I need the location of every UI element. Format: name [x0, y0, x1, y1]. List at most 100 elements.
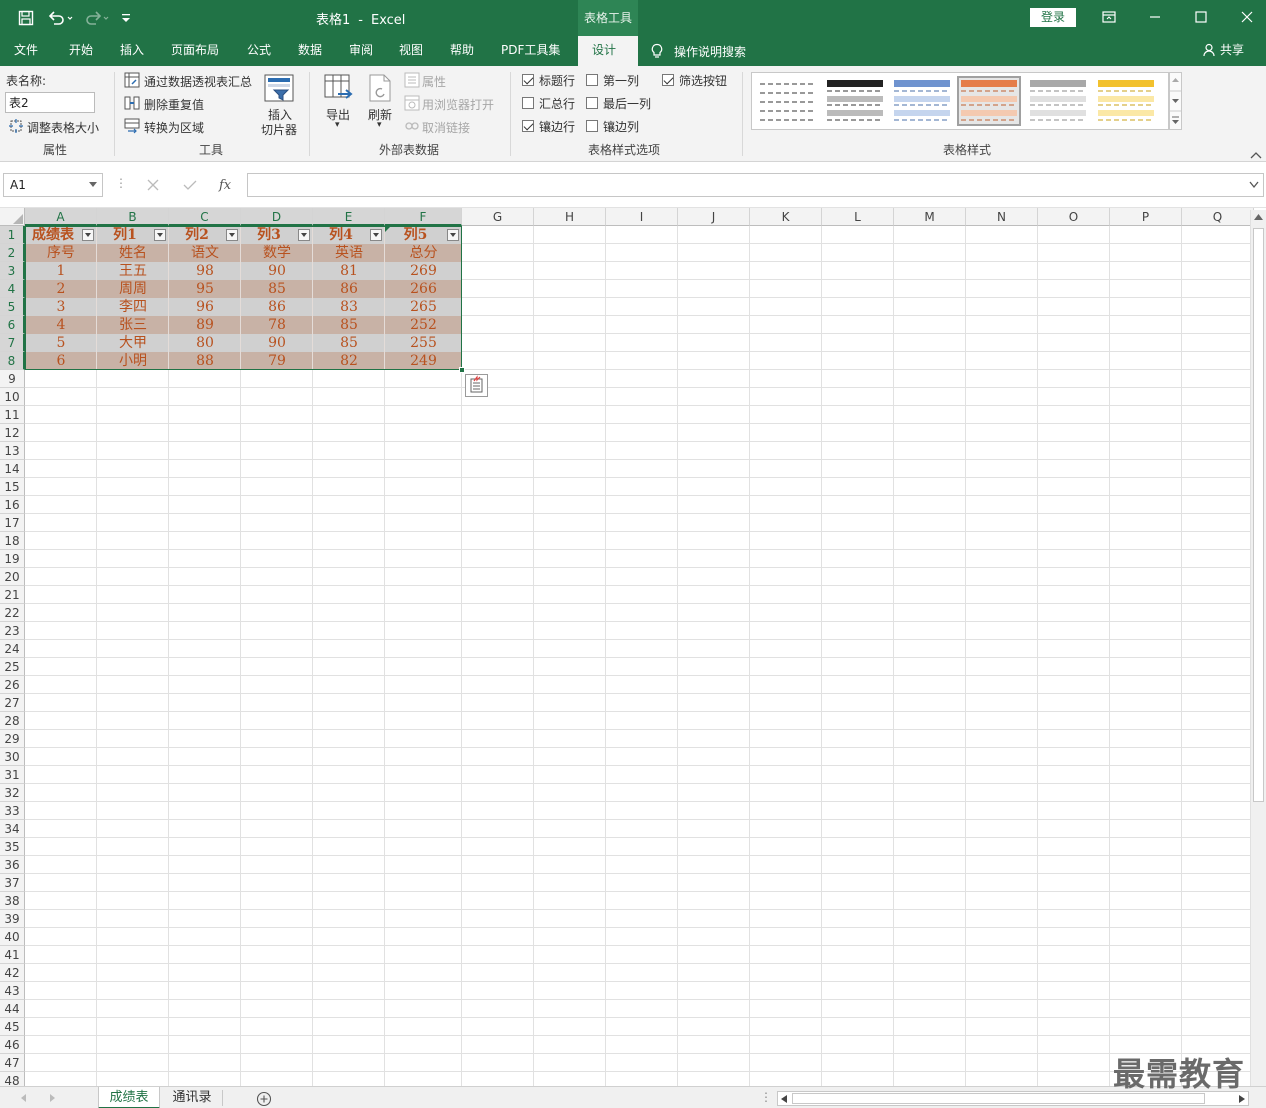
vertical-scrollbar[interactable] — [1250, 210, 1266, 1086]
sheet-tab-active[interactable]: 成绩表 — [98, 1087, 160, 1108]
select-all-corner[interactable] — [0, 208, 25, 226]
row-header[interactable]: 22 — [0, 604, 25, 622]
tell-me-search[interactable]: 操作说明搜索 — [650, 41, 746, 61]
row-header[interactable]: 37 — [0, 874, 25, 892]
row-header[interactable]: 24 — [0, 640, 25, 658]
ribbon-display-icon[interactable] — [1097, 6, 1121, 28]
row-header[interactable]: 18 — [0, 532, 25, 550]
export-dropdown-icon[interactable]: ▾ — [335, 120, 340, 130]
row-header[interactable]: 40 — [0, 928, 25, 946]
row-header[interactable]: 1 — [0, 226, 25, 244]
redo-icon[interactable] — [82, 8, 112, 28]
cancel-entry-icon[interactable] — [147, 179, 159, 191]
scroll-right-icon[interactable] — [1239, 1095, 1245, 1103]
row-header[interactable]: 27 — [0, 694, 25, 712]
last-column-checkbox[interactable] — [586, 97, 598, 109]
first-column-checkbox[interactable] — [586, 74, 598, 86]
tab-formulas[interactable]: 公式 — [247, 42, 271, 62]
tab-split-handle[interactable]: ⋮ — [760, 1090, 772, 1104]
column-header[interactable]: A — [25, 208, 97, 226]
remove-duplicates-button[interactable]: 删除重复值 — [144, 96, 204, 113]
scroll-tabs-right-icon[interactable] — [48, 1094, 56, 1102]
row-header[interactable]: 41 — [0, 946, 25, 964]
tab-pdf-tools[interactable]: PDF工具集 — [501, 42, 560, 62]
pivot-summary-button[interactable]: 通过数据透视表汇总 — [144, 73, 252, 90]
row-header[interactable]: 34 — [0, 820, 25, 838]
column-header[interactable]: G — [462, 208, 534, 226]
total-row-checkbox[interactable] — [522, 97, 534, 109]
column-header[interactable]: N — [966, 208, 1038, 226]
row-header[interactable]: 43 — [0, 982, 25, 1000]
row-header[interactable]: 16 — [0, 496, 25, 514]
column-header[interactable]: J — [678, 208, 750, 226]
row-header[interactable]: 29 — [0, 730, 25, 748]
row-header[interactable]: 14 — [0, 460, 25, 478]
tab-insert[interactable]: 插入 — [120, 42, 144, 62]
minimize-icon[interactable] — [1143, 6, 1167, 28]
header-row-checkbox[interactable] — [522, 74, 534, 86]
row-header[interactable]: 8 — [0, 352, 25, 370]
maximize-icon[interactable] — [1189, 6, 1213, 28]
scroll-tabs-left-icon[interactable] — [20, 1094, 28, 1102]
column-header[interactable]: P — [1110, 208, 1182, 226]
open-in-browser-button[interactable]: 用浏览器打开 — [422, 96, 494, 113]
row-header[interactable]: 31 — [0, 766, 25, 784]
tab-page-layout[interactable]: 页面布局 — [171, 42, 219, 62]
tab-home[interactable]: 开始 — [69, 42, 93, 62]
row-header[interactable]: 45 — [0, 1018, 25, 1036]
row-header[interactable]: 21 — [0, 586, 25, 604]
row-header[interactable]: 33 — [0, 802, 25, 820]
insert-function-button[interactable]: fx — [219, 178, 231, 193]
row-header[interactable]: 32 — [0, 784, 25, 802]
confirm-entry-icon[interactable] — [183, 179, 197, 191]
banded-rows-checkbox[interactable] — [522, 120, 534, 132]
formula-input[interactable] — [247, 173, 1264, 197]
table-style-gold[interactable] — [1094, 76, 1158, 126]
table-style-dark[interactable] — [823, 76, 887, 126]
row-header[interactable]: 39 — [0, 910, 25, 928]
column-header[interactable]: L — [822, 208, 894, 226]
worksheet-grid[interactable]: A B C D E F G H I J K L M N O P Q 1 2 3 4 5 6 7 8 9 10 11 12 13 14 15 16… — [0, 208, 1266, 1086]
table-name-input[interactable] — [5, 92, 95, 113]
name-box-dropdown-icon[interactable] — [89, 182, 97, 188]
refresh-dropdown-icon[interactable]: ▾ — [377, 120, 382, 130]
scroll-left-icon[interactable] — [781, 1095, 787, 1103]
save-icon[interactable] — [16, 8, 36, 28]
column-header[interactable]: H — [534, 208, 606, 226]
share-button[interactable]: 共享 — [1203, 41, 1244, 58]
row-header[interactable]: 17 — [0, 514, 25, 532]
resize-table-button[interactable]: 调整表格大小 — [27, 119, 99, 136]
table-style-none[interactable] — [756, 76, 820, 126]
add-sheet-icon[interactable] — [256, 1091, 272, 1107]
expand-formula-icon[interactable] — [1249, 181, 1259, 189]
collapse-ribbon-icon[interactable] — [1250, 148, 1262, 162]
unlink-button[interactable]: 取消链接 — [422, 119, 470, 136]
column-header[interactable]: E — [313, 208, 385, 226]
close-icon[interactable] — [1235, 6, 1259, 28]
customize-qat-icon[interactable] — [118, 8, 134, 28]
tab-view[interactable]: 视图 — [399, 42, 423, 62]
row-header[interactable]: 3 — [0, 262, 25, 280]
table-resize-handle[interactable] — [459, 367, 465, 373]
row-header[interactable]: 28 — [0, 712, 25, 730]
gallery-scroll[interactable] — [1169, 72, 1182, 130]
row-header[interactable]: 35 — [0, 838, 25, 856]
tab-file[interactable]: 文件 — [14, 42, 38, 62]
tab-design[interactable]: 设计 — [578, 36, 638, 66]
insert-slicer-label-2[interactable]: 切片器 — [261, 121, 297, 138]
row-header[interactable]: 2 — [0, 244, 25, 262]
row-header[interactable]: 44 — [0, 1000, 25, 1018]
row-header[interactable]: 26 — [0, 676, 25, 694]
filter-button-checkbox[interactable] — [662, 74, 674, 86]
tab-review[interactable]: 审阅 — [349, 42, 373, 62]
row-header[interactable]: 15 — [0, 478, 25, 496]
banded-columns-checkbox[interactable] — [586, 120, 598, 132]
external-properties-button[interactable]: 属性 — [422, 73, 446, 90]
formula-bar-splitter[interactable]: ⋮ — [115, 176, 127, 190]
row-header[interactable]: 38 — [0, 892, 25, 910]
row-header[interactable]: 12 — [0, 424, 25, 442]
column-header[interactable]: I — [606, 208, 678, 226]
tab-data[interactable]: 数据 — [298, 42, 322, 62]
column-header[interactable]: B — [97, 208, 169, 226]
convert-to-range-button[interactable]: 转换为区域 — [144, 119, 204, 136]
